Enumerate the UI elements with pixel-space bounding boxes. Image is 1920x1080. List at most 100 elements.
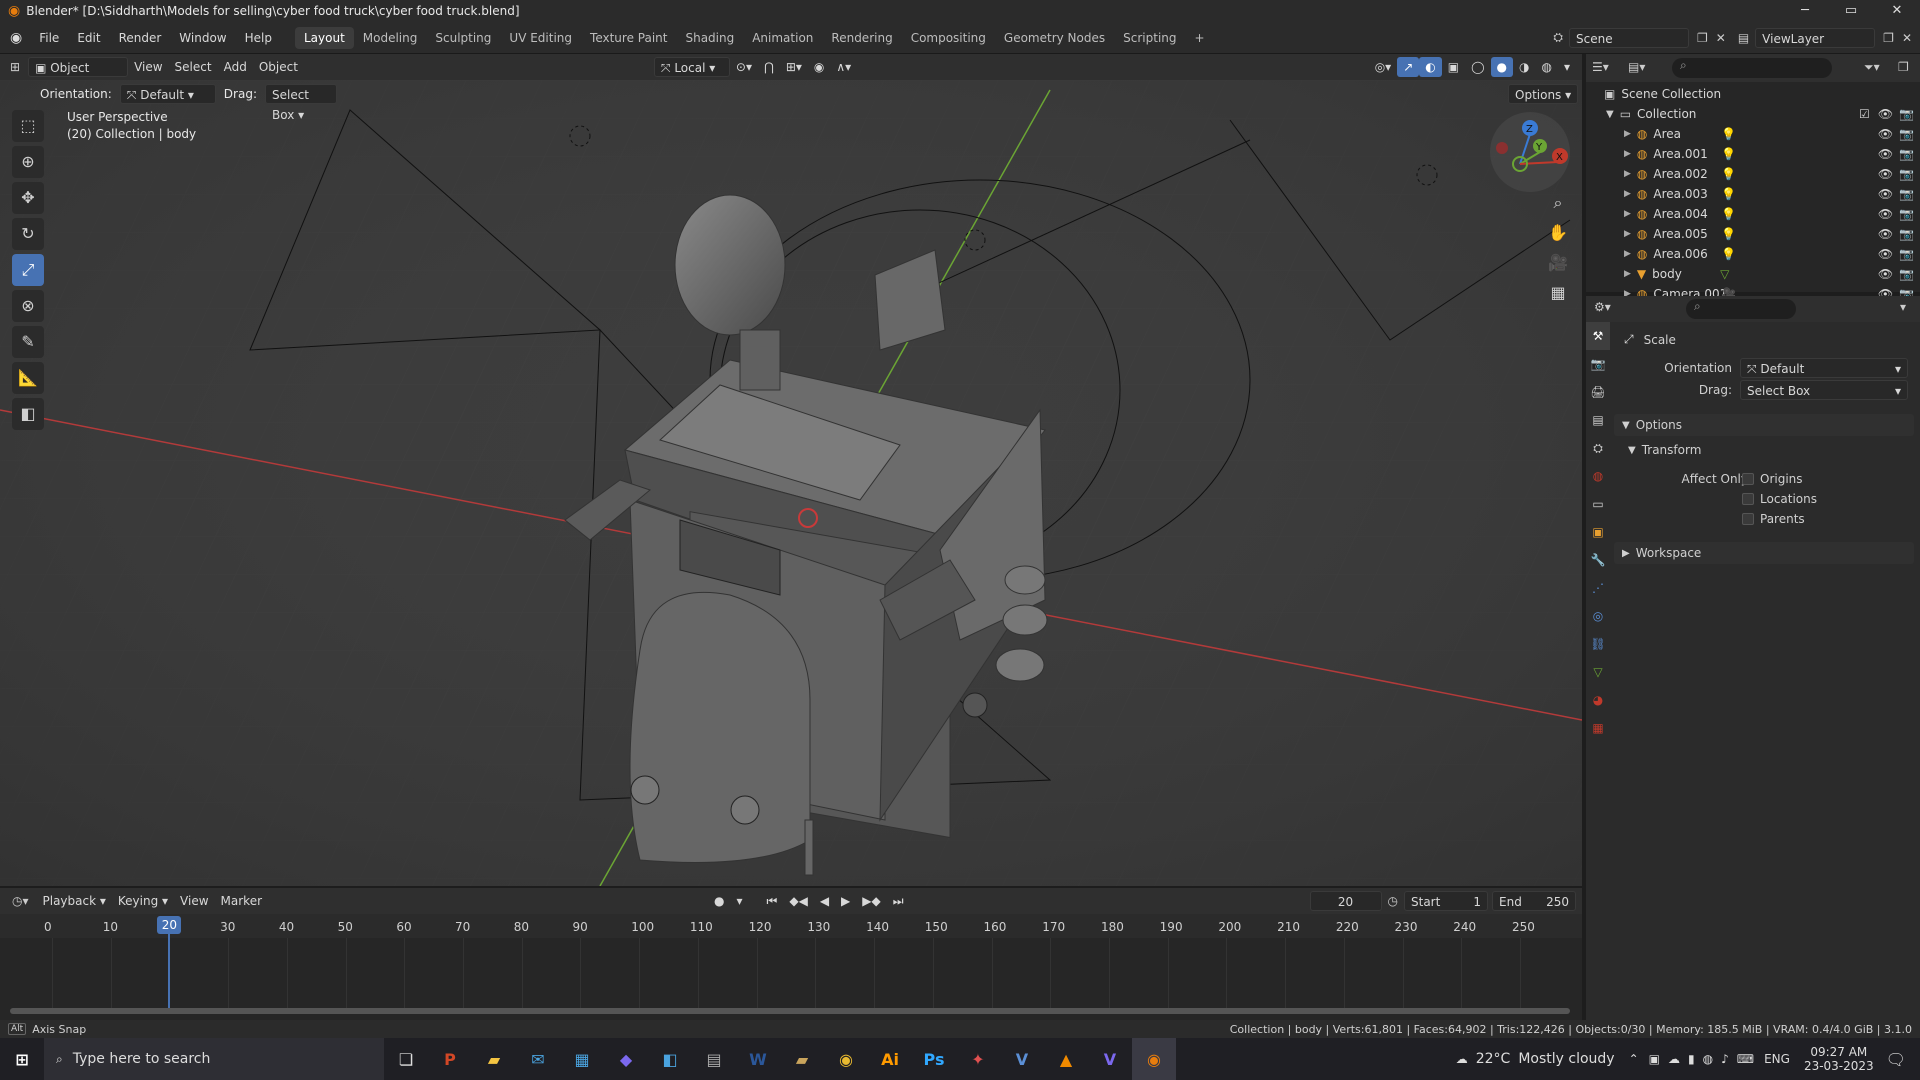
select-box-icon[interactable]: ⬚ xyxy=(12,110,44,142)
volume-icon[interactable]: ♪ xyxy=(1721,1052,1729,1066)
new-scene-icon[interactable]: ❐ xyxy=(1697,31,1708,45)
render-camera-icon[interactable]: 📷 xyxy=(1899,167,1914,181)
tab-texture-paint[interactable]: Texture Paint xyxy=(581,27,676,49)
outliner-row-area-003[interactable]: ▶ ◍ Area.003 💡 👁 📷 xyxy=(1586,184,1920,204)
expand-arrow-icon[interactable]: ▶ xyxy=(1624,149,1631,159)
scale-icon[interactable]: ⤢ xyxy=(12,254,44,286)
outliner-row-area-002[interactable]: ▶ ◍ Area.002 💡 👁 📷 xyxy=(1586,164,1920,184)
weather-temp[interactable]: 22°C xyxy=(1476,1051,1511,1067)
play-reverse-icon[interactable]: ◀ xyxy=(814,891,835,911)
menu-edit[interactable]: Edit xyxy=(68,31,109,45)
next-keyframe-icon[interactable]: ▶◆ xyxy=(856,891,886,911)
gizmo-toggle-icon[interactable]: ↗ xyxy=(1397,57,1420,77)
rendered-shading-icon[interactable]: ◍ xyxy=(1535,57,1557,77)
scene-selector[interactable]: Scene xyxy=(1569,27,1689,48)
orientation-dropdown[interactable]: ⤧ Default ▾ xyxy=(119,84,216,104)
prev-keyframe-icon[interactable]: ◆◀ xyxy=(783,891,813,911)
transform-orientation-dropdown[interactable]: ⤧ Local ▾ xyxy=(653,57,730,77)
modifier-tab-icon[interactable]: 🔧 xyxy=(1586,546,1610,574)
transform-icon[interactable]: ⊗ xyxy=(12,290,44,322)
proportional-edit-icon[interactable]: ◉ xyxy=(808,57,830,77)
keyboard-icon[interactable]: ⌨ xyxy=(1737,1052,1754,1066)
world-tab-icon[interactable]: ◍ xyxy=(1586,462,1610,490)
menu-timeline-view[interactable]: View xyxy=(174,891,214,911)
tab-uv-editing[interactable]: UV Editing xyxy=(500,27,581,49)
properties-editor-icon[interactable]: ⚙▾ xyxy=(1594,300,1611,314)
tab-modeling[interactable]: Modeling xyxy=(354,27,427,49)
network-icon[interactable]: ◍ xyxy=(1703,1052,1713,1066)
render-camera-icon[interactable]: 📷 xyxy=(1899,227,1914,241)
solid-shading-icon[interactable]: ● xyxy=(1490,57,1513,77)
props-drag-dropdown[interactable]: Select Box ▾ xyxy=(1740,380,1908,400)
word-icon[interactable]: W xyxy=(736,1038,780,1080)
menu-add[interactable]: Add xyxy=(218,57,253,77)
affect-locations-checkbox[interactable]: Locations xyxy=(1742,492,1817,506)
texture-tab-icon[interactable]: ▦ xyxy=(1586,714,1610,742)
eye-icon[interactable]: 👁 xyxy=(1878,267,1893,281)
measure-icon[interactable]: 📐 xyxy=(12,362,44,394)
powerpoint-icon[interactable]: P xyxy=(428,1038,472,1080)
tab-geometry-nodes[interactable]: Geometry Nodes xyxy=(995,27,1114,49)
overlay-icon[interactable]: ◐ xyxy=(1419,57,1442,77)
eye-icon[interactable]: 👁 xyxy=(1878,167,1893,181)
collapse-arrow-icon[interactable]: ▼ xyxy=(1606,109,1614,120)
physics-tab-icon[interactable]: ◎ xyxy=(1586,602,1610,630)
cursor-icon[interactable]: ⊕ xyxy=(12,146,44,178)
menu-help[interactable]: Help xyxy=(236,31,281,45)
outliner-editor-icon[interactable]: ☰▾ xyxy=(1592,60,1609,74)
menu-view[interactable]: View xyxy=(128,57,168,77)
outliner-row-collection[interactable]: ▼ ▭ Collection ☑ 👁 📷 xyxy=(1586,104,1920,124)
file-explorer-icon[interactable]: ▰ xyxy=(472,1038,516,1080)
windows-start-icon[interactable]: ⊞ xyxy=(0,1038,44,1080)
falloff-icon[interactable]: ∧▾ xyxy=(830,57,857,77)
render-camera-icon[interactable]: 📷 xyxy=(1899,267,1914,281)
tab-layout[interactable]: Layout xyxy=(294,26,354,49)
mail-icon[interactable]: ✉ xyxy=(516,1038,560,1080)
outliner-row-area-005[interactable]: ▶ ◍ Area.005 💡 👁 📷 xyxy=(1586,224,1920,244)
expand-arrow-icon[interactable]: ▶ xyxy=(1624,249,1631,259)
app-icon-7[interactable]: ◧ xyxy=(648,1038,692,1080)
menu-select[interactable]: Select xyxy=(169,57,218,77)
light-data-icon[interactable]: 💡 xyxy=(1721,147,1736,161)
timeline-editor-icon[interactable]: ◷▾ xyxy=(12,894,29,908)
render-camera-icon[interactable]: 📷 xyxy=(1899,107,1914,121)
outliner-row-body[interactable]: ▶ ▼ body ▽ 👁 📷 xyxy=(1586,264,1920,284)
expand-arrow-icon[interactable]: ▶ xyxy=(1624,129,1631,139)
tray-app-icon[interactable]: ▣ xyxy=(1649,1052,1660,1066)
playhead-frame-label[interactable]: 20 xyxy=(157,916,182,934)
maximize-button[interactable]: ▭ xyxy=(1828,0,1874,22)
photoshop-icon[interactable]: Ps xyxy=(912,1038,956,1080)
blender-taskbar-icon[interactable]: ◉ xyxy=(1132,1038,1176,1080)
app-icon-6[interactable]: ◆ xyxy=(604,1038,648,1080)
options-dropdown[interactable]: Options ▾ xyxy=(1508,84,1579,104)
weather-desc[interactable]: Mostly cloudy xyxy=(1518,1051,1614,1067)
weather-icon[interactable]: ☁ xyxy=(1456,1052,1468,1066)
menu-object[interactable]: Object xyxy=(253,57,304,77)
menu-keying[interactable]: Keying ▾ xyxy=(112,891,174,911)
transform-subpanel-header[interactable]: ▼ Transform xyxy=(1628,440,1701,460)
camera-view-icon[interactable]: 🎥 xyxy=(1545,250,1571,276)
jump-end-icon[interactable]: ⏭ xyxy=(887,891,910,911)
outliner-row-area-001[interactable]: ▶ ◍ Area.001 💡 👁 📷 xyxy=(1586,144,1920,164)
render-tab-icon[interactable]: 📷 xyxy=(1586,350,1610,378)
light-data-icon[interactable]: 💡 xyxy=(1721,127,1736,141)
zoom-icon[interactable]: ⌕ xyxy=(1545,190,1571,216)
light-data-icon[interactable]: 💡 xyxy=(1721,247,1736,261)
data-tab-icon[interactable]: ▽ xyxy=(1586,658,1610,686)
outliner-row-area[interactable]: ▶ ◍ Area 💡 👁 📷 xyxy=(1586,124,1920,144)
navigation-gizmo[interactable]: Z Y X xyxy=(1490,112,1570,192)
record-icon[interactable]: ● xyxy=(708,891,730,911)
tab-compositing[interactable]: Compositing xyxy=(902,27,995,49)
outliner-row-area-006[interactable]: ▶ ◍ Area.006 💡 👁 📷 xyxy=(1586,244,1920,264)
menu-file[interactable]: File xyxy=(30,31,68,45)
scene-tab-icon[interactable]: ⛭ xyxy=(1586,434,1610,462)
app-icon-17[interactable]: V xyxy=(1088,1038,1132,1080)
menu-window[interactable]: Window xyxy=(170,31,235,45)
expand-arrow-icon[interactable]: ▶ xyxy=(1624,169,1631,179)
start-frame-field[interactable]: Start 1 xyxy=(1404,891,1488,911)
editor-type-icon[interactable]: ⊞ xyxy=(10,60,20,74)
minimize-button[interactable]: ─ xyxy=(1782,0,1828,22)
new-viewlayer-icon[interactable]: ❐ xyxy=(1883,31,1894,45)
view-layer-tab-icon[interactable]: ▤ xyxy=(1586,406,1610,434)
origins-checkbox-box[interactable] xyxy=(1742,473,1754,485)
